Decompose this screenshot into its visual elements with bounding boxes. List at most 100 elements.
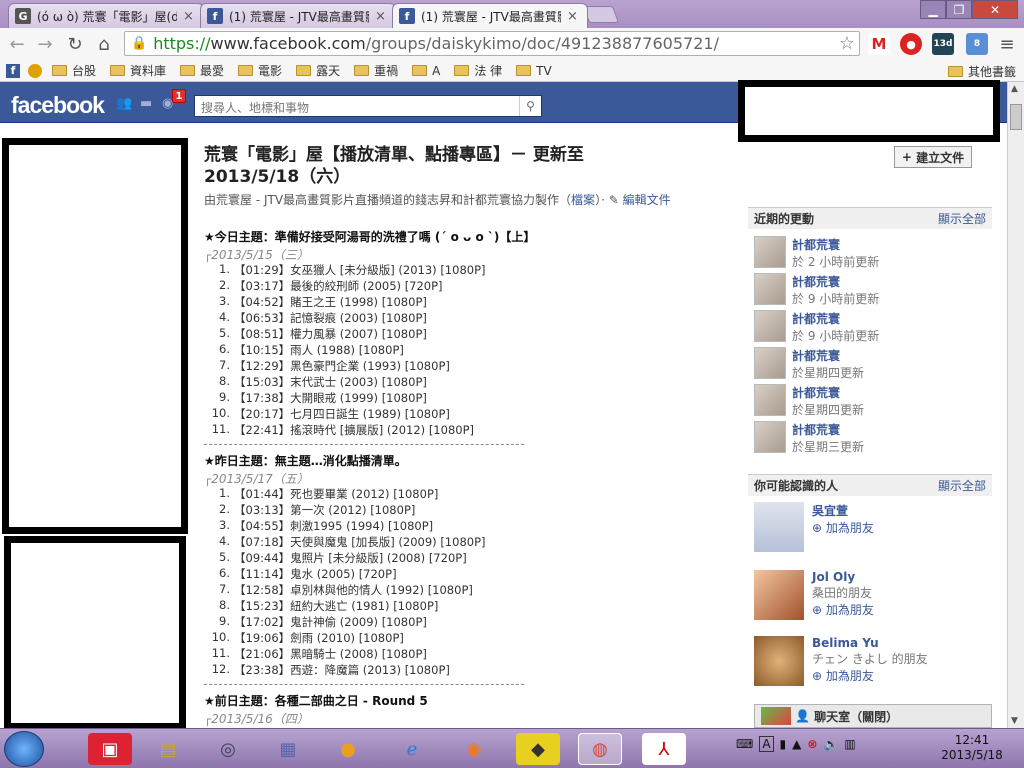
update-author[interactable]: 計都荒寰 [792,384,864,401]
new-tab-button[interactable] [582,6,620,23]
chrome-icon[interactable]: ◍ [578,733,622,765]
stop-icon[interactable]: ● [900,33,922,55]
add-friend-link[interactable]: ⊕ 加為朋友 [812,519,874,536]
chat-sidebar-bar[interactable]: 👤 聊天室（關閉） [754,704,992,728]
edit-document-link[interactable]: 編輯文件 [623,193,671,207]
person-name[interactable]: Belima Yu [812,636,928,650]
movie-list-item: 10. 【20:17】七月四日誕生 (1989) [1080P] [204,406,724,422]
update-author[interactable]: 計都荒寰 [792,236,879,253]
home-button[interactable]: ⌂ [93,33,115,55]
update-author[interactable]: 計都荒寰 [792,347,864,364]
internet-explorer-icon[interactable]: ℯ [390,733,434,765]
close-icon[interactable]: × [183,9,194,24]
menu-icon[interactable]: ≡ [996,33,1018,55]
avatar[interactable] [754,310,786,342]
bookmark-star-icon[interactable]: ☆ [839,33,855,54]
facebook-bookmark-icon[interactable]: f [6,63,20,78]
person-name[interactable]: Jol Oly [812,570,874,584]
browser-tab-2[interactable]: f (1) 荒寰屋 - JTV最高畫質影 × [200,3,396,28]
avatar[interactable] [754,236,786,268]
language-icon[interactable]: ⌨ [736,737,753,751]
avatar[interactable] [754,273,786,305]
start-button[interactable] [4,731,44,767]
bookmark-folder[interactable]: 電影 [238,62,282,79]
bookmark-folder[interactable]: TV [516,64,552,78]
bookmark-folder[interactable]: 台股 [52,62,96,79]
add-friend-link[interactable]: ⊕ 加為朋友 [812,667,928,684]
bookmark-folder[interactable]: 最愛 [180,62,224,79]
ime-icon[interactable]: A [759,736,774,752]
section-divider [204,684,524,685]
search-icon[interactable]: ⚲ [519,96,541,116]
file-explorer-icon[interactable]: ▤ [146,733,190,765]
see-all-link[interactable]: 顯示全部 [938,210,986,227]
person-name[interactable]: 吳宜萱 [812,502,874,519]
file-link[interactable]: 檔案 [571,193,595,207]
people-you-may-know-header: 你可能認識的人 顯示全部 [748,474,992,496]
redacted-area-sidebar-top [2,138,188,534]
scrollbar-thumb[interactable] [1010,104,1022,130]
media-app-icon[interactable]: ▣ [88,733,132,765]
calculator-icon[interactable]: ▦ [266,733,310,765]
address-bar[interactable]: 🔒 https://www.facebook.com/groups/daisky… [124,31,860,56]
minimize-button[interactable]: ▁ [920,0,946,19]
avatar[interactable] [754,502,804,552]
acrobat-tray-icon[interactable]: ⊗ [807,737,817,751]
gmail-icon[interactable]: M [868,33,890,55]
movie-title: 【23:38】西遊：降魔篇 (2013) [1080P] [234,663,450,677]
system-clock[interactable]: 12:41 2013/5/18 [932,733,1012,763]
see-all-link[interactable]: 顯示全部 [938,477,986,494]
fullwidth-icon[interactable]: ▮ [780,737,787,751]
audio-app-icon[interactable]: ● [326,733,370,765]
reload-button[interactable]: ↻ [64,33,86,55]
forward-button[interactable]: → [34,33,56,55]
notification-extension-icon[interactable]: 8 [966,33,988,55]
browser-tab-3-active[interactable]: f (1) 荒寰屋 - JTV最高畫質影 × [392,3,588,28]
document-title: 荒寰「電影」屋【播放清單、點播專區】－ 更新至 2013/5/18（六） [204,145,584,187]
update-time: 於星期四更新 [792,403,865,417]
tray-expand-icon[interactable]: ▲ [792,737,801,751]
list-item-number: 1. [219,262,230,276]
movie-list-item: 12. 【23:38】西遊：降魔篇 (2013) [1080P] [204,662,724,678]
close-icon[interactable]: × [375,9,386,24]
messages-icon[interactable]: ▬ [140,96,156,111]
search-input[interactable]: 搜尋人、地標和事物 ⚲ [194,95,542,117]
create-document-button[interactable]: + 建立文件 [894,146,972,168]
app-circle-icon[interactable]: ◎ [206,733,250,765]
avatar[interactable] [754,636,804,686]
app-yellow-icon[interactable]: ◆ [516,733,560,765]
other-bookmarks[interactable]: 其他書籤 [947,63,1016,80]
bookmark-folder[interactable]: 重禍 [354,62,398,79]
update-author[interactable]: 計都荒寰 [792,273,879,290]
bookmark-folder[interactable]: 露天 [296,62,340,79]
document-content: 荒寰「電影」屋【播放清單、點播專區】－ 更新至 2013/5/18（六） 由荒寰… [194,124,734,728]
update-author[interactable]: 計都荒寰 [792,421,864,438]
back-button[interactable]: ← [6,33,28,55]
volume-icon[interactable]: 🔈 [823,737,838,751]
scroll-down-icon[interactable]: ▼ [1011,716,1018,726]
avatar[interactable] [754,570,804,620]
avatar[interactable] [754,347,786,379]
movie-list-item: 5. 【08:51】權力風暴 (2007) [1080P] [204,326,724,342]
avatar[interactable] [754,421,786,453]
yahoo-bookmark-icon[interactable] [28,63,42,78]
close-icon[interactable]: × [567,9,578,24]
add-friend-link[interactable]: ⊕ 加為朋友 [812,601,874,618]
acrobat-icon[interactable]: ⅄ [642,733,686,765]
close-window-button[interactable]: ✕ [972,0,1018,19]
bookmark-folder[interactable]: 資料庫 [110,62,166,79]
scroll-up-icon[interactable]: ▲ [1011,84,1018,94]
update-author[interactable]: 計都荒寰 [792,310,879,327]
facebook-logo[interactable]: facebook [11,92,105,119]
page-scrollbar[interactable]: ▲ ▼ [1007,82,1024,728]
movie-title: 【15:03】末代武士 (2003) [1080P] [234,375,427,389]
bookmark-folder[interactable]: A [412,64,440,78]
browser-tab-1[interactable]: G (ó ω ò) 荒寰「電影」屋(d × [8,3,204,28]
friend-requests-icon[interactable]: 👥 [116,96,132,111]
calendar-extension-icon[interactable]: 13d [932,33,954,55]
media-player-icon[interactable]: ◉ [452,733,496,765]
network-icon[interactable]: ▥ [844,737,855,751]
maximize-button[interactable]: ❐ [946,0,972,19]
avatar[interactable] [754,384,786,416]
bookmark-folder[interactable]: 法 律 [454,62,502,79]
